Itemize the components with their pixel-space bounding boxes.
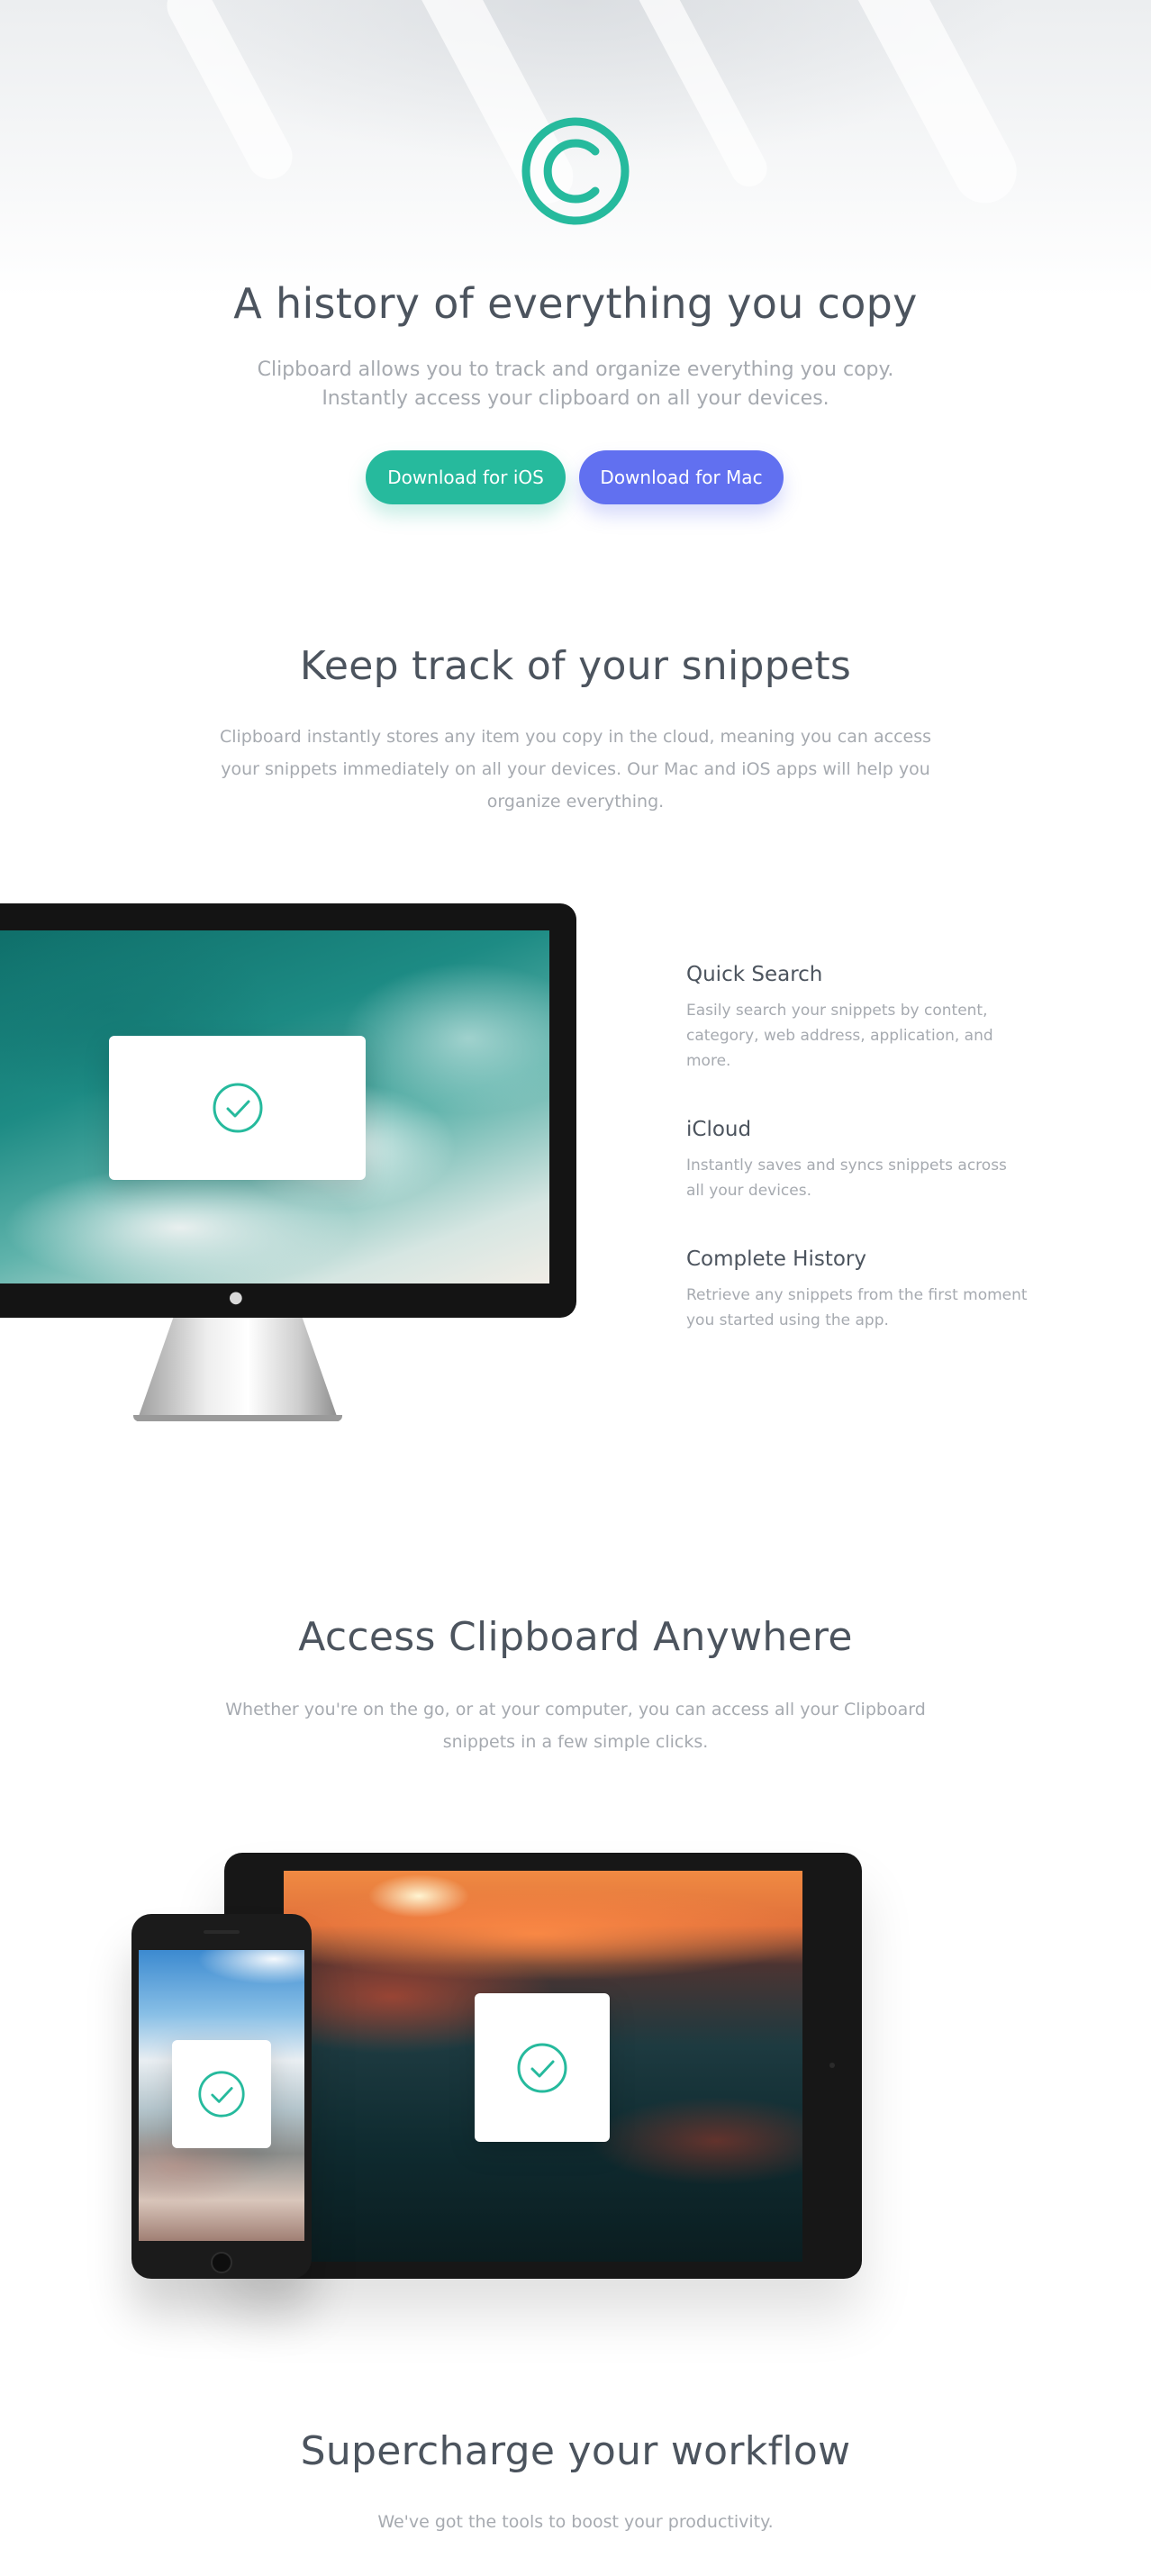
- copy-confirmation-card: [475, 1993, 610, 2142]
- download-ios-button[interactable]: Download for iOS: [366, 450, 566, 504]
- snippets-text-line-2: your snippets immediately on all your de…: [221, 759, 930, 779]
- feature-title-quick-search: Quick Search: [686, 963, 823, 986]
- check-circle-icon: [517, 2043, 567, 2092]
- phone-home-button: [211, 2252, 232, 2273]
- imac-stand-base: [133, 1415, 342, 1421]
- hero-texture: [159, 0, 301, 187]
- hero-title: A history of everything you copy: [233, 279, 918, 328]
- feature-text-complete-history-line-1: Retrieve any snippets from the first mom…: [686, 1286, 1028, 1304]
- imac-stand: [137, 1318, 339, 1421]
- phone-screen: [139, 1950, 304, 2241]
- phone-speaker: [204, 1930, 240, 1934]
- access-text-line-2: snippets in a few simple clicks.: [442, 1732, 709, 1752]
- copy-confirmation-card: [109, 1036, 366, 1180]
- access-title: Access Clipboard Anywhere: [298, 1614, 853, 1660]
- copyright-circle-icon: [520, 115, 631, 227]
- hero-texture: [836, 0, 1029, 214]
- hero-subtitle-line-1: Clipboard allows you to track and organi…: [257, 358, 894, 381]
- feature-text-icloud-line-2: all your devices.: [686, 1182, 811, 1200]
- tablet-camera: [829, 2063, 835, 2068]
- tablet-screen: [284, 1871, 802, 2262]
- feature-text-complete-history-line-2: you started using the app.: [686, 1311, 889, 1329]
- feature-title-icloud: iCloud: [686, 1118, 752, 1141]
- access-text-line-1: Whether you're on the go, or at your com…: [225, 1700, 926, 1719]
- check-circle-icon: [198, 2071, 245, 2118]
- apple-logo-icon: ●: [229, 1288, 243, 1307]
- hero-subtitle-line-2: Instantly access your clipboard on all y…: [322, 387, 829, 410]
- feature-text-icloud-line-1: Instantly saves and syncs snippets acros…: [686, 1156, 1007, 1175]
- feature-text-quick-search-line-3: more.: [686, 1052, 731, 1070]
- snippets-title: Keep track of your snippets: [299, 643, 852, 689]
- download-mac-button[interactable]: Download for Mac: [579, 450, 784, 504]
- feature-text-quick-search-line-1: Easily search your snippets by content,: [686, 1002, 988, 1020]
- check-circle-icon: [213, 1083, 262, 1133]
- feature-text-quick-search-line-2: category, web address, application, and: [686, 1027, 993, 1045]
- workflow-text: We've got the tools to boost your produc…: [377, 2512, 774, 2532]
- snippets-text-line-3: organize everything.: [486, 792, 665, 812]
- feature-title-complete-history: Complete History: [686, 1247, 866, 1271]
- copy-confirmation-card: [172, 2040, 271, 2148]
- phone-image: [131, 1914, 312, 2279]
- imac-screen: [0, 930, 549, 1283]
- tablet-image: [224, 1853, 862, 2279]
- snippets-text-line-1: Clipboard instantly stores any item you …: [219, 727, 931, 747]
- imac-bezel: ●: [0, 903, 576, 1318]
- imac-image: ●: [0, 903, 576, 1421]
- hero-texture: [631, 0, 774, 194]
- workflow-title: Supercharge your workflow: [300, 2428, 851, 2474]
- hero-background: [0, 0, 1151, 540]
